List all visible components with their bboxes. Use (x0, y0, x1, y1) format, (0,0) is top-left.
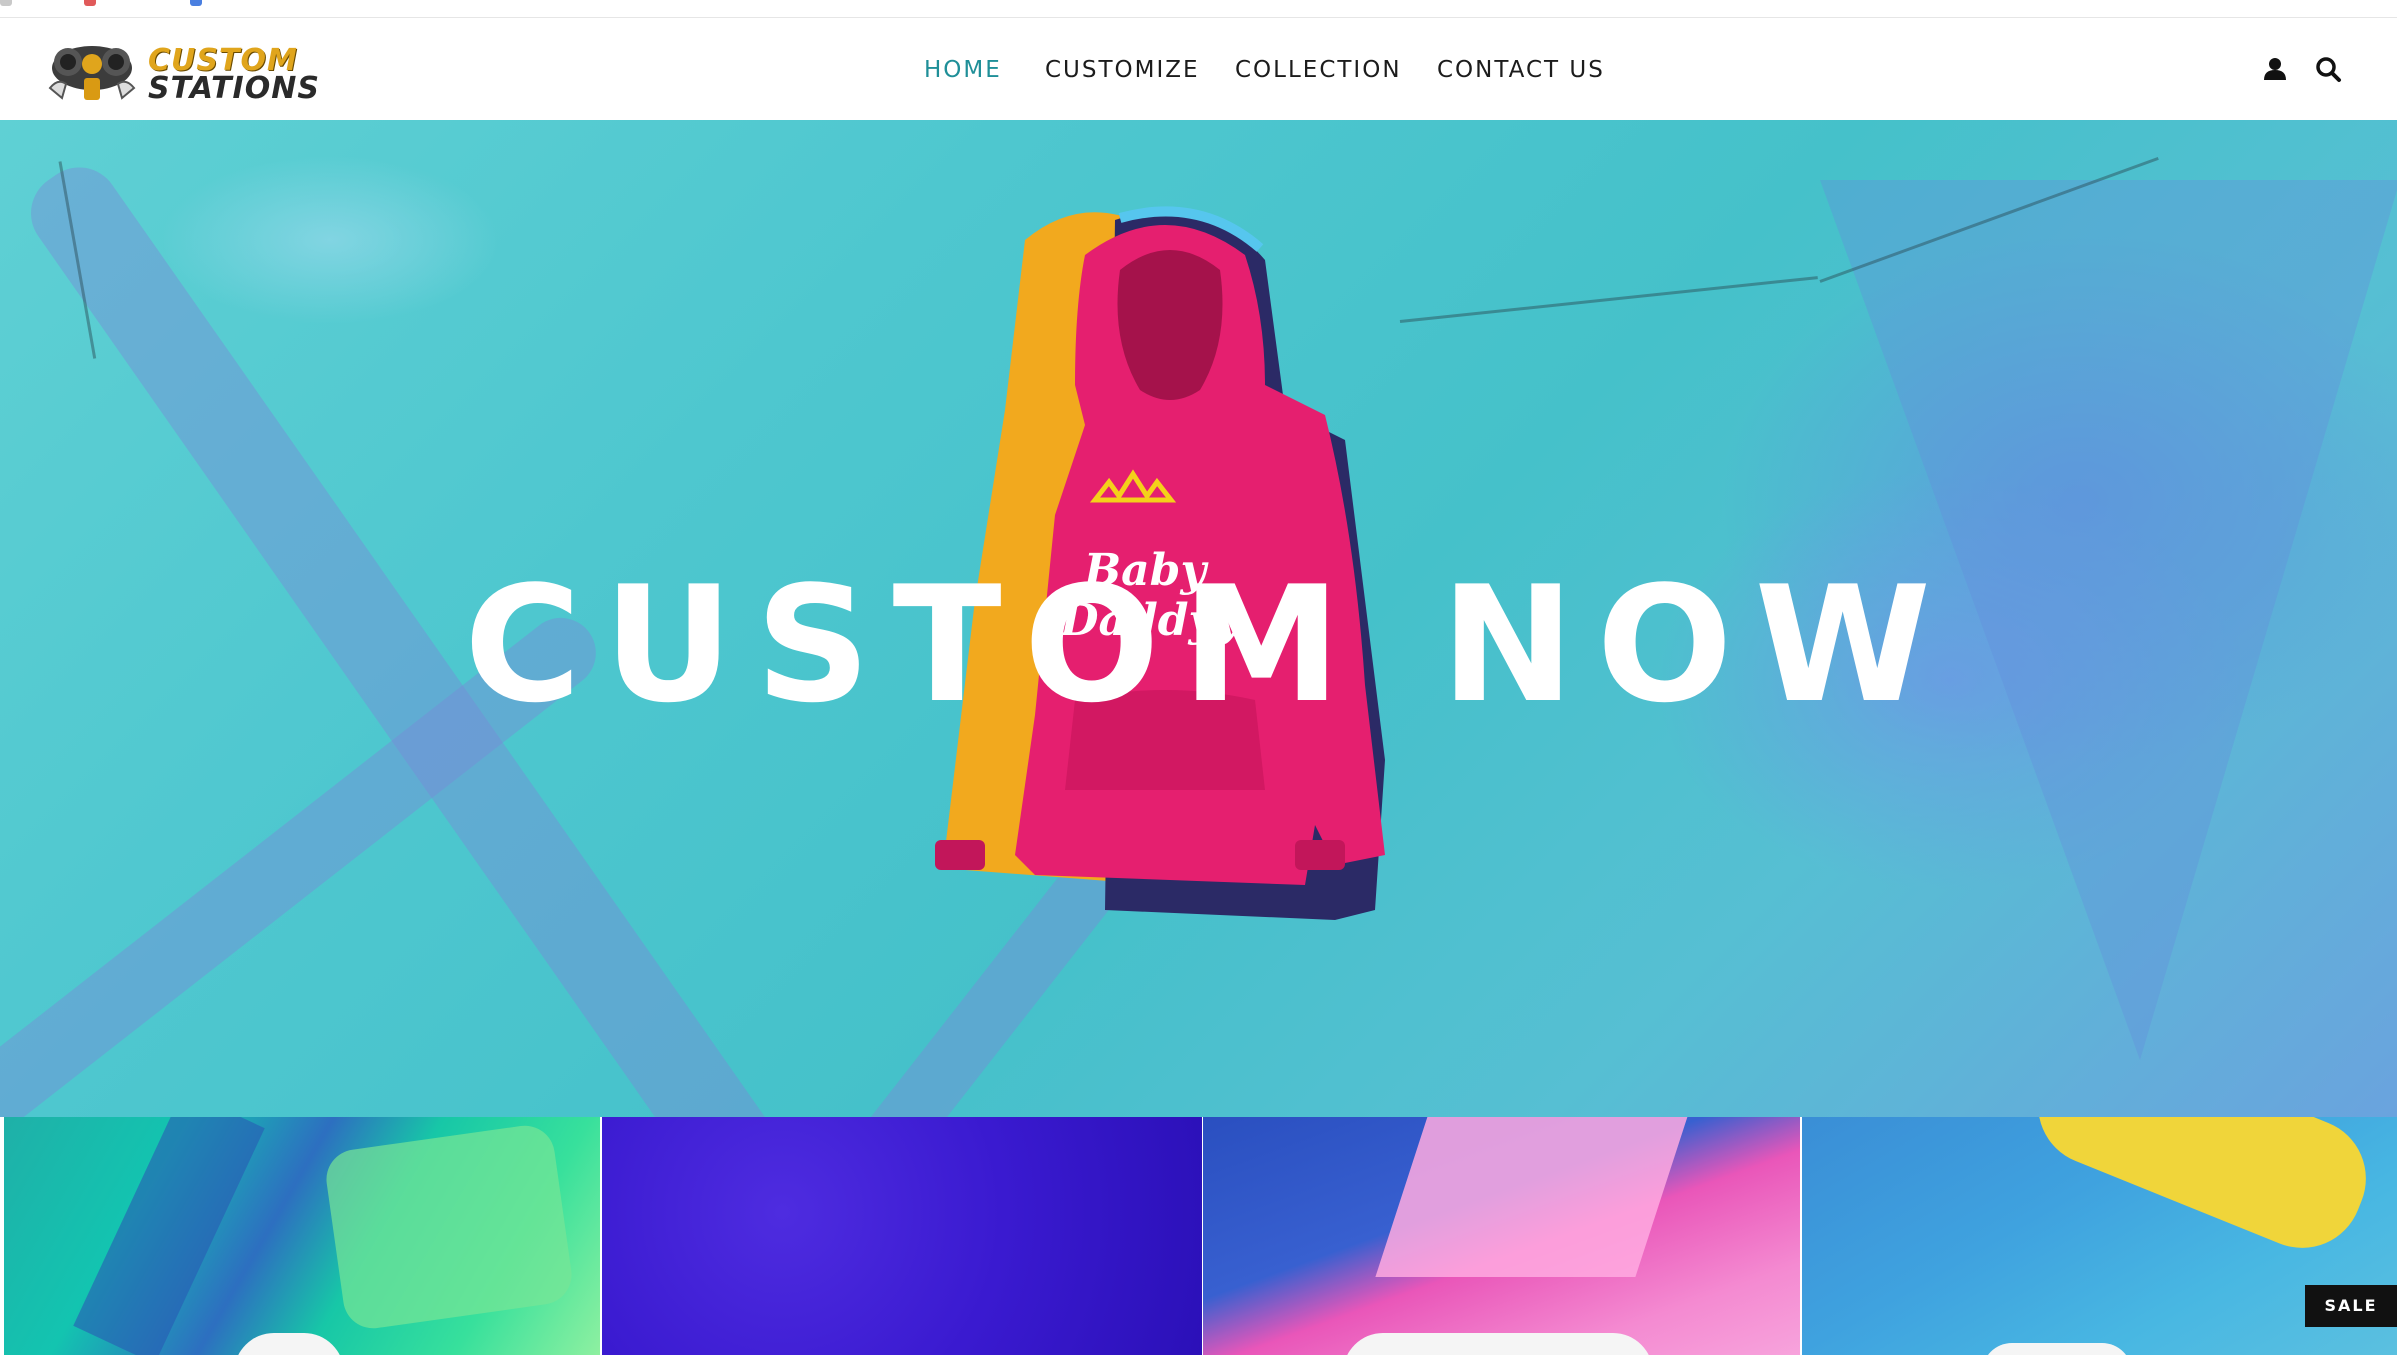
browser-tab-indicator (84, 0, 96, 6)
sale-badge: SALE (2305, 1285, 2397, 1327)
product-image (1982, 1343, 2132, 1355)
product-grid: SALE (0, 1117, 2397, 1355)
nav-contact-us[interactable]: CONTACT US (1437, 55, 1605, 85)
tile-graffiti-shape (2020, 1117, 2384, 1266)
product-tile[interactable] (4, 1117, 600, 1355)
nav-collection[interactable]: COLLECTION (1235, 55, 1402, 85)
main-nav: HOME CUSTOMIZE COLLECTION CONTACT US (0, 18, 2397, 120)
tile-graffiti-shape (73, 1117, 265, 1355)
browser-tab-indicator (190, 0, 202, 6)
product-tile[interactable]: SALE (1802, 1117, 2397, 1355)
product-image (234, 1333, 344, 1355)
product-tile[interactable] (1203, 1117, 1800, 1355)
nav-home[interactable]: HOME (924, 55, 1002, 85)
tile-graffiti-shape (1375, 1117, 1691, 1277)
product-image (1343, 1333, 1653, 1355)
search-icon[interactable] (2313, 54, 2343, 84)
wall-crack (1399, 276, 1818, 323)
hero-banner[interactable]: Baby Daddyy CUSTOM NOW (0, 120, 2397, 1117)
product-tile[interactable] (602, 1117, 1202, 1355)
nav-customize[interactable]: CUSTOMIZE (1045, 55, 1200, 85)
tile-graffiti-shape (322, 1121, 576, 1333)
hero-title: CUSTOM NOW (463, 551, 1954, 738)
browser-tab-indicator (0, 0, 12, 6)
browser-top-strip (0, 0, 2397, 18)
account-icon[interactable] (2260, 54, 2290, 84)
site-header: CUSTOM STATIONS HOME CUSTOMIZE COLLECTIO… (0, 18, 2397, 120)
